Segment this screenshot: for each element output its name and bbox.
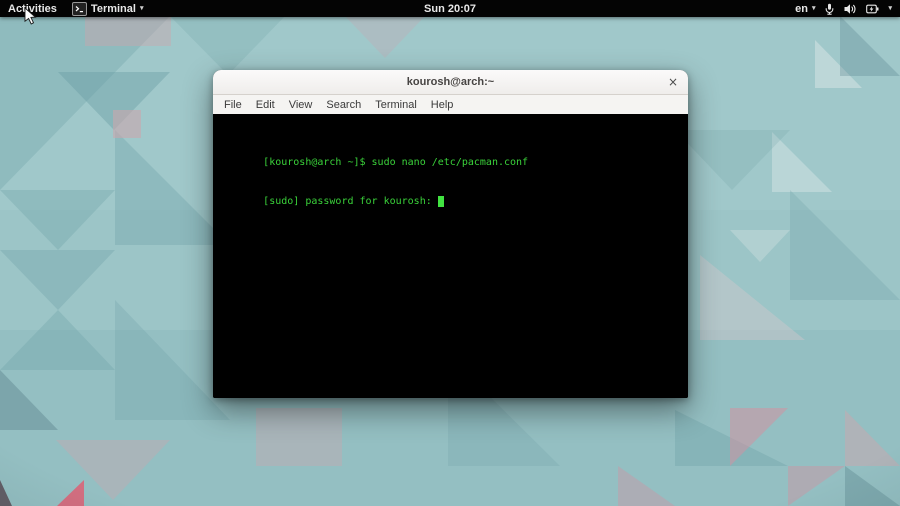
top-bar: Activities Terminal ▾ Sun 20:07 en ▾ ▾	[0, 0, 900, 17]
volume-icon[interactable]	[844, 3, 857, 15]
menu-bar: File Edit View Search Terminal Help	[213, 95, 688, 114]
app-menu-label: Terminal	[90, 2, 136, 15]
close-button[interactable]: ×	[665, 70, 681, 94]
terminal-password-prompt: [sudo] password for kourosh:	[263, 196, 438, 207]
keyboard-layout-label: en	[795, 2, 808, 15]
chevron-down-icon: ▾	[811, 5, 816, 12]
system-menu-caret[interactable]: ▾	[888, 5, 892, 12]
window-title: kourosh@arch:~	[406, 76, 495, 88]
menu-search[interactable]: Search	[319, 99, 368, 111]
terminal-cursor	[437, 196, 444, 207]
chevron-down-icon: ▾	[139, 5, 144, 12]
app-menu[interactable]: Terminal ▾	[71, 1, 144, 16]
terminal-line: [kourosh@arch ~]$ sudo nano /etc/pacman.…	[215, 143, 687, 168]
terminal-screen[interactable]: [kourosh@arch ~]$ sudo nano /etc/pacman.…	[213, 114, 688, 398]
menu-view[interactable]: View	[282, 99, 320, 111]
terminal-line: [sudo] password for kourosh:	[215, 182, 687, 207]
menu-edit[interactable]: Edit	[249, 99, 282, 111]
menu-help[interactable]: Help	[424, 99, 461, 111]
terminal-command-line: [kourosh@arch ~]$ sudo nano /etc/pacman.…	[263, 157, 529, 168]
clock[interactable]: Sun 20:07	[424, 3, 476, 15]
terminal-app-icon	[71, 1, 87, 16]
activities-button[interactable]: Activities	[8, 3, 57, 15]
keyboard-layout-indicator[interactable]: en ▾	[795, 3, 815, 15]
desktop: Activities Terminal ▾ Sun 20:07 en ▾ ▾ k…	[0, 0, 900, 506]
microphone-icon[interactable]	[824, 3, 835, 15]
menu-file[interactable]: File	[217, 99, 249, 111]
terminal-window: kourosh@arch:~ × File Edit View Search T…	[213, 70, 688, 398]
battery-icon[interactable]	[866, 3, 879, 15]
window-titlebar[interactable]: kourosh@arch:~ ×	[213, 70, 688, 95]
menu-terminal[interactable]: Terminal	[368, 99, 424, 111]
